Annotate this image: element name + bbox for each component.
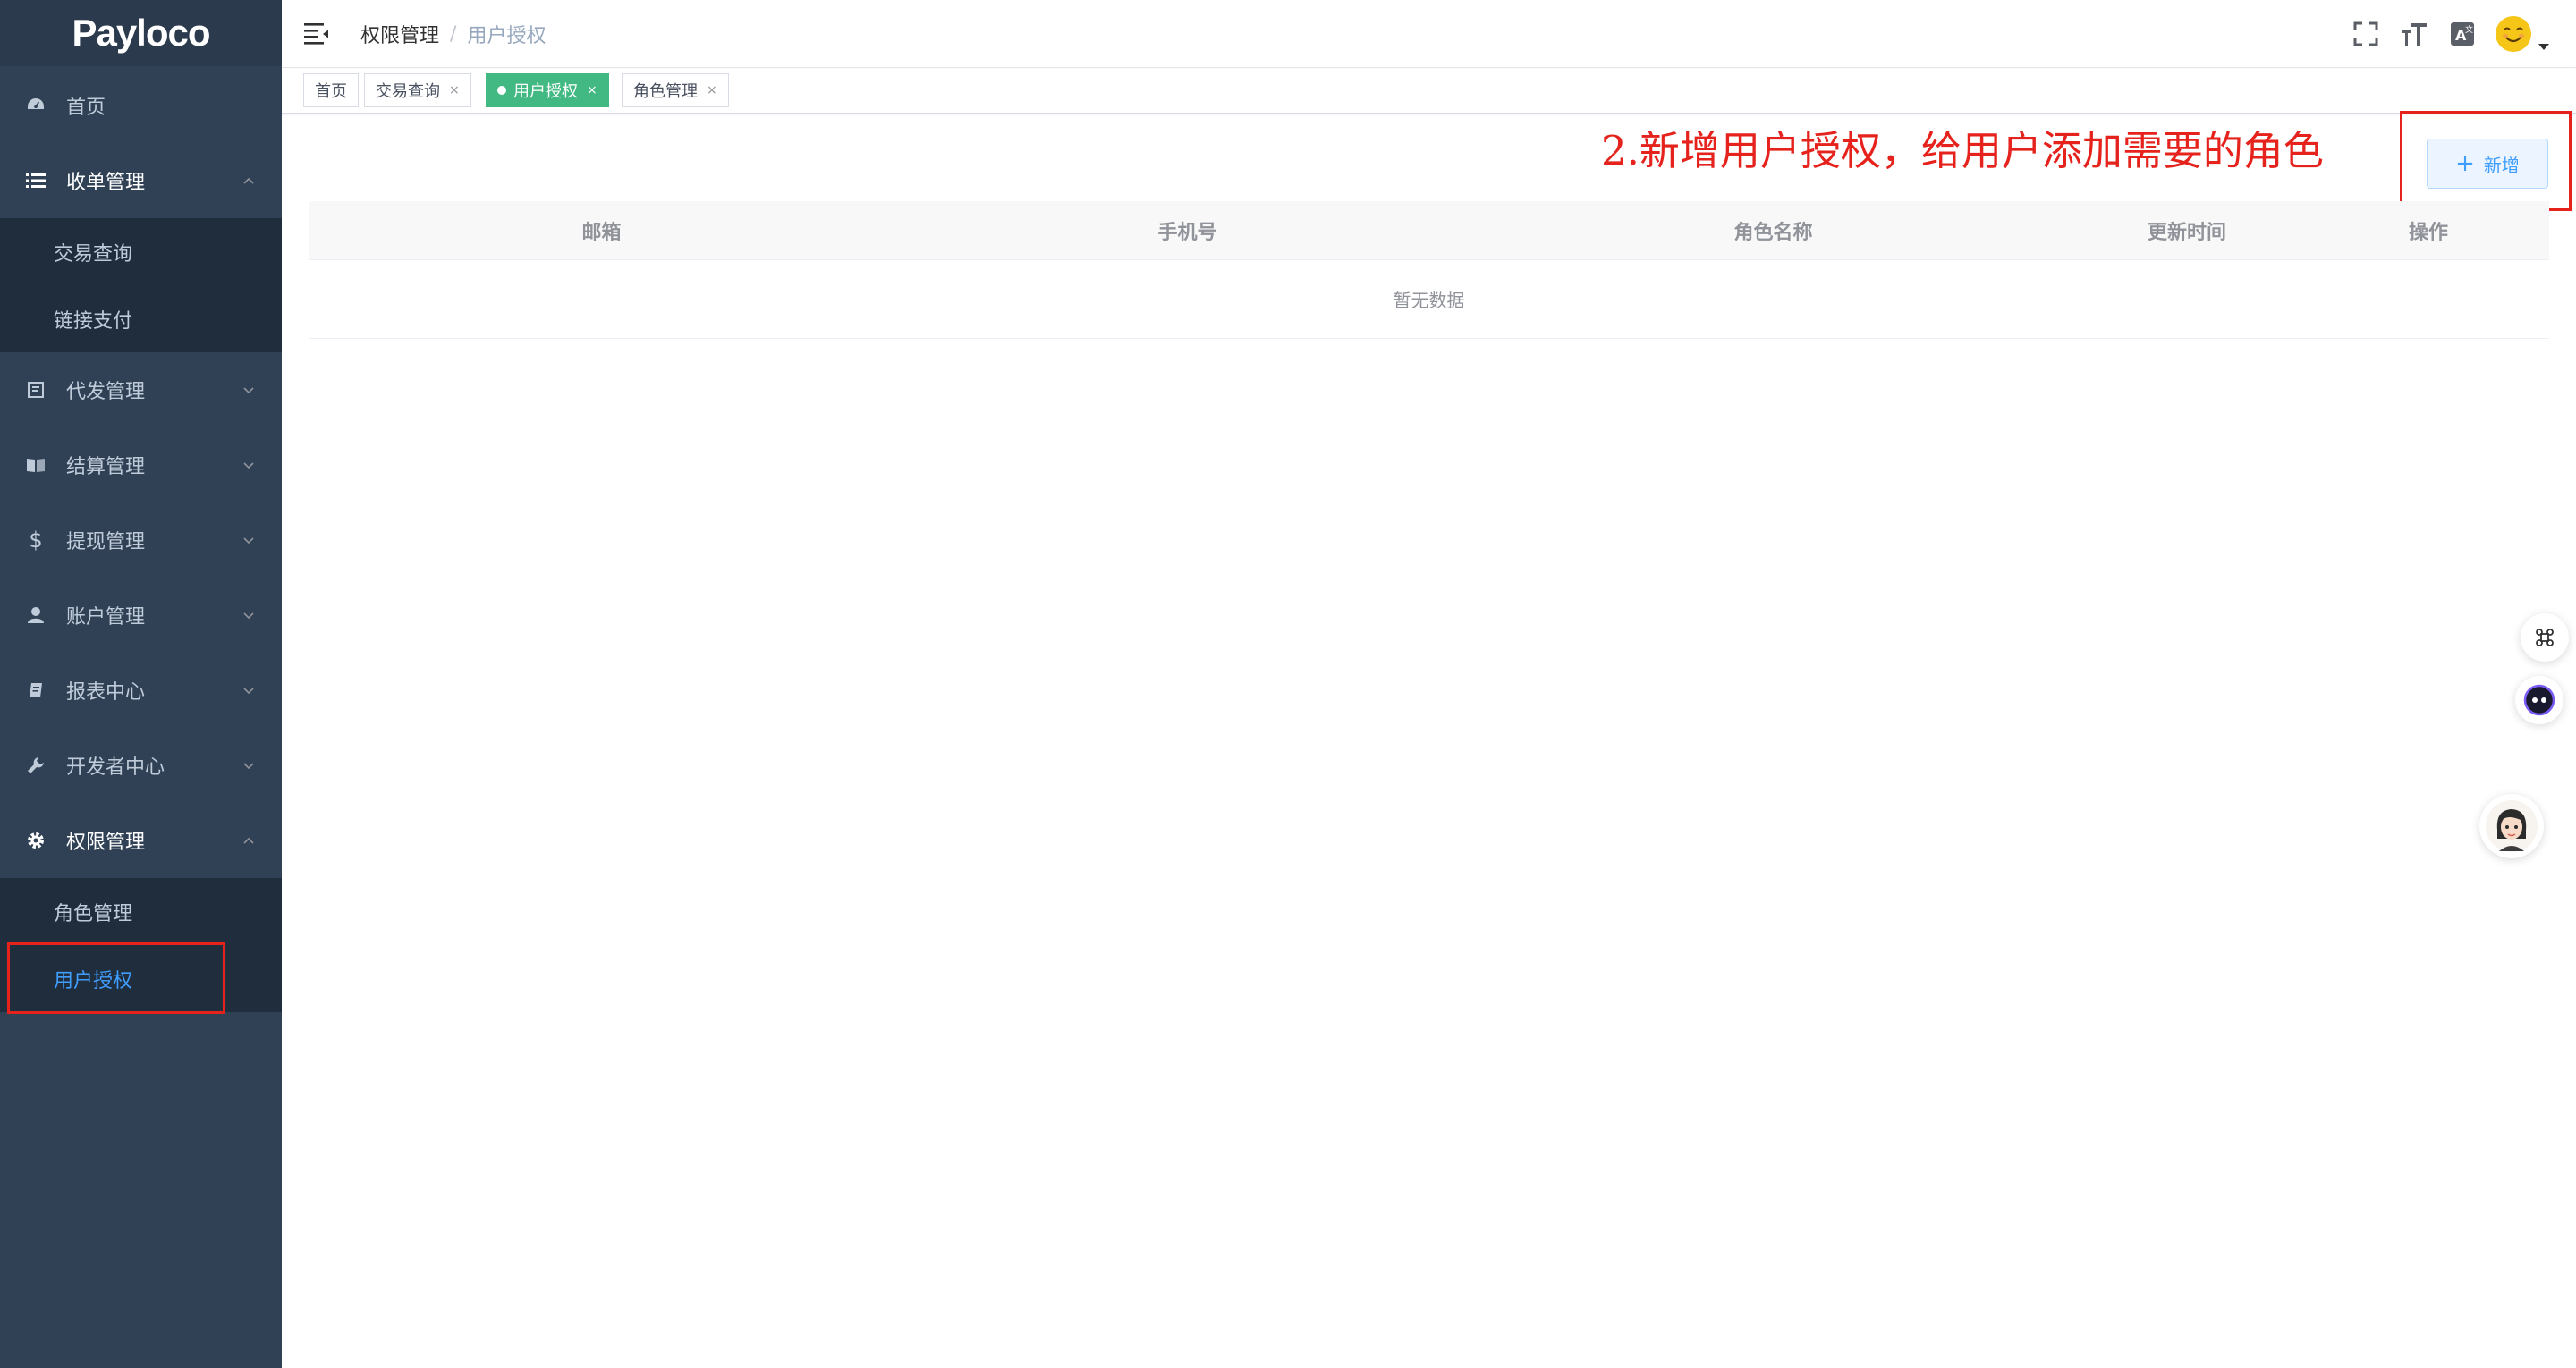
close-icon[interactable]: × (587, 83, 597, 97)
gear-icon (25, 830, 47, 851)
navbar: 权限管理 / 用户授权 A文 (282, 0, 2576, 68)
plus-icon: + (2455, 150, 2475, 177)
sidebar-item-label: 提现管理 (66, 531, 146, 553)
column-header: 更新时间 (2147, 222, 2226, 244)
chevron-down-icon (243, 537, 254, 545)
sidebar-item-transaction-query[interactable]: 交易查询 (0, 218, 282, 285)
hamburger-icon[interactable] (304, 21, 329, 45)
sidebar-item-label: 首页 (66, 97, 106, 119)
breadcrumb: 权限管理 / 用户授权 (360, 20, 546, 48)
breadcrumb-current: 用户授权 (467, 25, 547, 47)
sidebar-item-label: 代发管理 (66, 381, 146, 403)
chevron-down-icon (243, 612, 254, 620)
sidebar-item-label: 权限管理 (66, 832, 146, 854)
breadcrumb-item[interactable]: 权限管理 (360, 20, 439, 48)
column-header: 手机号 (1157, 222, 1217, 244)
sidebar-item-role-management[interactable]: 角色管理 (0, 878, 282, 945)
logo-text: Payloco (72, 12, 210, 54)
annotation-text: 2.新增用户授权，给用户添加需要的角色 (1601, 127, 2324, 174)
annotation-highlight-sidebar (7, 942, 225, 1014)
list-icon (25, 170, 47, 191)
logo[interactable]: Payloco (0, 0, 282, 66)
sidebar-item-developer[interactable]: 开发者中心 (0, 728, 282, 803)
user-menu[interactable] (2496, 16, 2549, 52)
column-header: 操作 (2408, 222, 2448, 244)
chevron-up-icon (243, 837, 254, 844)
sidebar-item-account[interactable]: 账户管理 (0, 578, 282, 653)
tag-transaction-query[interactable]: 交易查询 × (364, 73, 471, 107)
translate-icon[interactable]: A文 (2447, 19, 2478, 49)
avatar (2496, 16, 2531, 52)
close-icon[interactable]: × (449, 83, 460, 97)
caret-down-icon (2538, 44, 2549, 50)
sidebar-item-label: 报表中心 (66, 681, 146, 704)
report-icon (25, 680, 47, 701)
close-icon[interactable]: × (707, 83, 717, 97)
chevron-down-icon (243, 763, 254, 770)
sidebar-item-label: 交易查询 (54, 242, 133, 266)
wrench-icon (25, 755, 47, 776)
document-icon (25, 379, 47, 401)
dashboard-icon (25, 95, 47, 116)
sidebar-item-acquiring[interactable]: 收单管理 (0, 143, 282, 218)
sidebar-item-payout[interactable]: 代发管理 (0, 352, 282, 427)
sidebar-item-label: 链接支付 (54, 309, 133, 333)
tag-label: 交易查询 (376, 82, 440, 101)
user-auth-table: 邮箱 手机号 角色名称 更新时间 操作 暂无数据 (309, 201, 2549, 339)
column-header: 邮箱 (581, 222, 622, 244)
sidebar-item-label: 结算管理 (66, 456, 146, 478)
command-icon[interactable] (2521, 613, 2569, 662)
user-icon (25, 604, 47, 626)
tag-label: 用户授权 (513, 82, 578, 101)
sidebar-item-withdrawal[interactable]: $ 提现管理 (0, 502, 282, 578)
support-avatar-icon[interactable] (2479, 794, 2544, 858)
add-button[interactable]: + 新增 (2427, 139, 2548, 189)
sidebar-item-permissions[interactable]: 权限管理 (0, 803, 282, 878)
sidebar-item-settlement[interactable]: 结算管理 (0, 427, 282, 502)
sidebar-item-home[interactable]: 首页 (0, 68, 282, 143)
navbar-actions: A文 (2333, 16, 2549, 52)
add-button-label: 新增 (2483, 154, 2520, 176)
sidebar-item-link-payment[interactable]: 链接支付 (0, 285, 282, 352)
tag-user-authorization[interactable]: 用户授权 × (486, 73, 609, 107)
chevron-down-icon (243, 688, 254, 695)
active-dot-icon (497, 86, 506, 95)
dollar-icon: $ (29, 528, 43, 553)
tag-label: 角色管理 (633, 82, 698, 101)
empty-state: 暂无数据 (309, 260, 2549, 339)
font-size-icon[interactable] (2399, 19, 2429, 49)
sidebar-item-label: 开发者中心 (66, 756, 165, 779)
table-header: 邮箱 手机号 角色名称 更新时间 操作 (309, 201, 2549, 260)
book-icon (25, 454, 47, 476)
submenu-acquiring: 交易查询 链接支付 (0, 218, 282, 352)
tags-view: 首页 交易查询 × 用户授权 × 角色管理 × (282, 69, 2576, 114)
sidebar: Payloco 首页 收单管理 交易查询 链接支付 代发管理 结算管理 $ 提现… (0, 0, 282, 1368)
tag-label: 首页 (315, 82, 347, 101)
sidebar-item-reports[interactable]: 报表中心 (0, 653, 282, 728)
assistant-bot-icon[interactable] (2515, 676, 2563, 724)
fullscreen-icon[interactable] (2351, 19, 2381, 49)
sidebar-item-label: 账户管理 (66, 606, 146, 629)
chevron-down-icon (243, 462, 254, 469)
chevron-up-icon (243, 177, 254, 184)
column-header: 角色名称 (1733, 222, 1813, 244)
tag-role-management[interactable]: 角色管理 × (622, 73, 729, 107)
chevron-down-icon (243, 387, 254, 394)
sidebar-item-label: 收单管理 (66, 172, 146, 194)
breadcrumb-separator: / (450, 22, 457, 46)
svg-text:文: 文 (2465, 24, 2473, 35)
tag-home[interactable]: 首页 (303, 73, 359, 107)
sidebar-item-label: 角色管理 (54, 902, 133, 925)
